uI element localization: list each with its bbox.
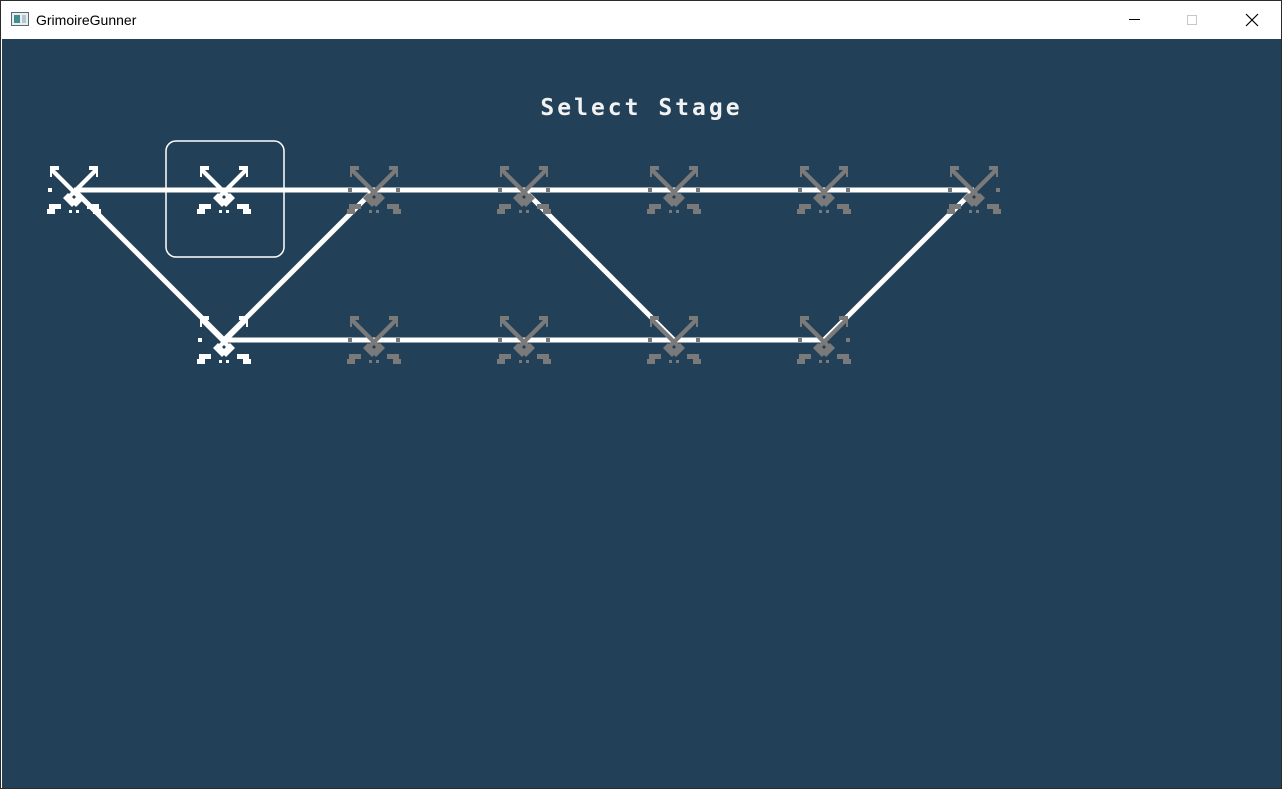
app-window-icon: [11, 12, 29, 26]
app-window: GrimoireGunner Select Stage: [0, 0, 1282, 789]
game-canvas[interactable]: Select Stage: [2, 39, 1281, 788]
minimize-icon: [1129, 19, 1140, 20]
close-icon: [1245, 13, 1258, 26]
maximize-icon: [1186, 14, 1197, 25]
maximize-button[interactable]: [1163, 1, 1220, 38]
title-bar[interactable]: GrimoireGunner: [1, 1, 1281, 38]
stage-nodes: [47, 166, 1001, 364]
minimize-button[interactable]: [1106, 1, 1163, 38]
window-title: GrimoireGunner: [36, 12, 137, 28]
stage-map: [47, 140, 1001, 364]
close-button[interactable]: [1223, 1, 1280, 38]
